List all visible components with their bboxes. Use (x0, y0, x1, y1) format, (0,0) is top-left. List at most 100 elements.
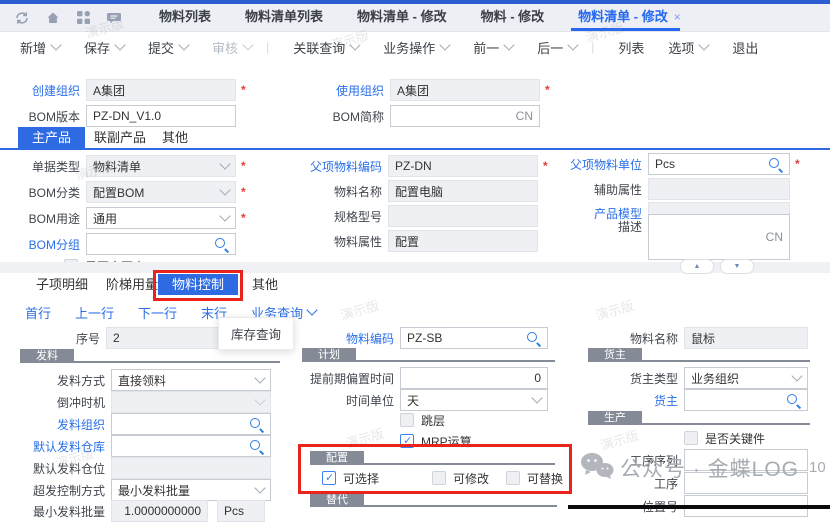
parent-unit-row: 父项物料单位 Pcs * (556, 153, 800, 175)
process-seq-label: 工序序列 (578, 452, 684, 469)
window-tab-material-edit[interactable]: 物料 - 修改 (464, 4, 562, 31)
checkbox-key-part[interactable] (684, 431, 698, 445)
search-icon[interactable] (526, 331, 541, 346)
submit-button[interactable]: 提交 (148, 38, 188, 57)
message-icon[interactable] (106, 10, 122, 26)
aux-attr-label: 辅助属性 (556, 181, 648, 198)
first-row-link[interactable]: 首行 (25, 303, 51, 322)
issue-org-field[interactable] (111, 413, 271, 435)
bom-class-select[interactable]: 配置BOM (86, 181, 236, 203)
search-icon[interactable] (786, 393, 801, 408)
bom-group-field[interactable] (86, 233, 236, 255)
bom-version-row: BOM版本 PZ-DN_V1.0 (20, 105, 236, 127)
owner-label: 货主 (578, 392, 684, 409)
previous-button[interactable]: 前一 (473, 38, 513, 57)
triangle-up-icon: ▲ (694, 263, 701, 270)
parent-unit-label: 父项物料单位 (556, 156, 648, 173)
main-toolbar: 新增 保存 提交 审核 | 关联查询 业务操作 前一 后一 | 列表 选项 退出 (0, 32, 830, 62)
home-icon[interactable] (45, 10, 61, 26)
apps-grid-icon[interactable] (76, 10, 91, 25)
spec-label: 规格型号 (296, 208, 388, 225)
search-icon[interactable] (249, 417, 264, 432)
search-icon[interactable] (249, 439, 264, 454)
over-issue-label: 超发控制方式 (20, 482, 111, 499)
tab-material-control[interactable]: 物料控制 (158, 274, 238, 295)
chevron-down-icon (791, 370, 802, 381)
related-query-button[interactable]: 关联查询 (293, 38, 359, 57)
list-button[interactable]: 列表 (618, 38, 644, 57)
checkbox-mrp[interactable] (400, 434, 414, 448)
next-row-link[interactable]: 下一行 (138, 303, 177, 322)
demo-watermark: 演示版 (338, 295, 381, 324)
aux-attr-field (648, 178, 790, 200)
sync-icon[interactable] (14, 10, 30, 26)
description-textarea[interactable]: CN (648, 214, 790, 260)
checkbox-replaceable[interactable] (506, 471, 520, 485)
create-org-row: 创建组织 A集团 * (20, 79, 246, 101)
create-org-field[interactable]: A集团 (86, 79, 236, 101)
options-button[interactable]: 选项 (668, 38, 708, 57)
tab-other-detail[interactable]: 其他 (238, 274, 292, 295)
doc-type-select[interactable]: 物料清单 (86, 155, 236, 177)
group-production: 生产 (588, 409, 810, 425)
tab-main-product[interactable]: 主产品 (18, 127, 85, 148)
owner-field[interactable] (684, 389, 808, 411)
group-plan-title: 计划 (302, 348, 356, 362)
checkbox-skip-level[interactable] (400, 413, 414, 427)
save-button[interactable]: 保存 (84, 38, 124, 57)
tab-sub-detail[interactable]: 子项明细 (22, 274, 102, 295)
over-issue-select[interactable]: 最小发料批量 (111, 479, 271, 501)
time-unit-select[interactable]: 天 (400, 389, 548, 411)
backflush-select (111, 391, 271, 413)
selectable-label: 可选择 (343, 470, 379, 487)
default-location-field (111, 457, 271, 479)
close-icon[interactable]: × (674, 10, 681, 24)
lead-offset-field[interactable]: 0 (400, 367, 548, 389)
prev-row-link[interactable]: 上一行 (75, 303, 114, 322)
business-operation-button[interactable]: 业务操作 (383, 38, 449, 57)
skip-level-label: 跳层 (421, 412, 445, 429)
collapse-up-button[interactable]: ▲ (680, 259, 714, 274)
parent-unit-field[interactable]: Pcs (648, 153, 790, 175)
triangle-down-icon: ▼ (734, 263, 741, 270)
menu-item-inventory-query[interactable]: 库存查询 (231, 324, 281, 343)
checkbox-selectable[interactable] (322, 471, 336, 485)
bom-version-field[interactable]: PZ-DN_V1.0 (86, 105, 236, 127)
search-icon[interactable] (214, 237, 229, 252)
process-field[interactable] (684, 472, 808, 494)
chevron-down-icon (219, 158, 230, 169)
exit-button[interactable]: 退出 (732, 38, 758, 57)
issue-org-label: 发料组织 (20, 416, 111, 433)
default-location-label: 默认发料仓位 (20, 460, 111, 477)
window-tab-bom-list[interactable]: 物料清单列表 (228, 4, 340, 31)
use-org-label: 使用组织 (326, 82, 390, 99)
seq-label: 序号 (20, 330, 106, 347)
material-name-row: 物料名称 配置电脑 (296, 180, 538, 202)
use-org-field[interactable]: A集团 (390, 79, 540, 101)
group-substitute: 替代 (310, 491, 557, 507)
next-button[interactable]: 后一 (537, 38, 577, 57)
business-query-dropdown: 库存查询 (218, 317, 294, 350)
tab-other-header[interactable]: 其他 (148, 127, 202, 148)
parent-code-row: 父项物料编码 PZ-DN * (296, 155, 548, 177)
default-warehouse-field[interactable] (111, 435, 271, 457)
aux-attr-row: 辅助属性 (556, 178, 790, 200)
process-seq-field[interactable] (684, 449, 808, 471)
search-icon[interactable] (768, 157, 783, 172)
bom-short-field[interactable]: CN (390, 105, 540, 127)
bom-use-select[interactable]: 通用 (86, 207, 236, 229)
window-tab-bom-edit-1[interactable]: 物料清单 - 修改 (340, 4, 464, 31)
window-tab-material-list[interactable]: 物料列表 (142, 4, 228, 31)
parent-code-field[interactable]: PZ-DN (388, 155, 538, 177)
issue-mode-select[interactable]: 直接领料 (111, 369, 271, 391)
checkbox-modifiable[interactable] (432, 471, 446, 485)
chevron-down-icon (219, 184, 230, 195)
selectable-row: 可选择 (322, 467, 379, 489)
window-tab-bom-edit-active[interactable]: 物料清单 - 修改× (561, 4, 698, 31)
parent-code-label: 父项物料编码 (296, 158, 388, 175)
collapse-down-button[interactable]: ▼ (720, 259, 754, 274)
new-button[interactable]: 新增 (20, 38, 60, 57)
window-icon-group (0, 10, 142, 26)
owner-type-select[interactable]: 业务组织 (684, 367, 808, 389)
group-config: 配置 (310, 449, 555, 465)
